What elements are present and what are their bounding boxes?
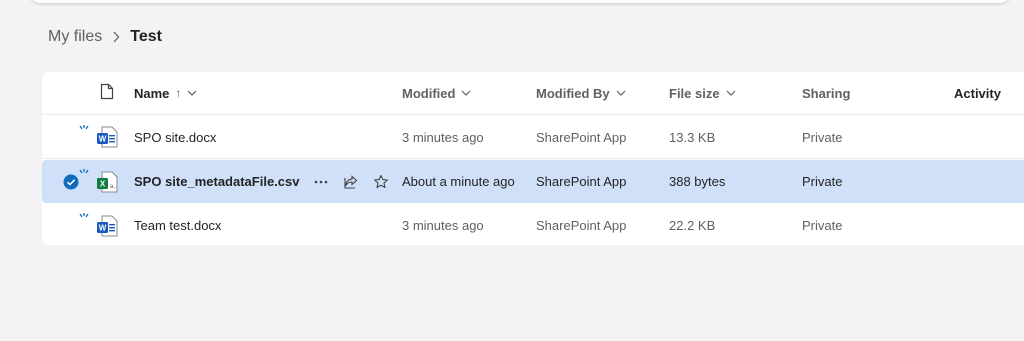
- new-file-sparkle-icon: [79, 213, 89, 218]
- file-name[interactable]: SPO site.docx: [134, 116, 216, 158]
- breadcrumb-current-folder: Test: [130, 28, 162, 45]
- file-list: Name ↑ Modified Modified By File size Sh…: [42, 72, 1024, 245]
- chevron-down-icon: [726, 90, 736, 96]
- sort-ascending-icon: ↑: [175, 86, 182, 100]
- column-header-name[interactable]: Name ↑: [134, 72, 197, 114]
- file-size: 22.2 KB: [669, 218, 716, 233]
- word-doc-icon: W: [94, 116, 120, 158]
- file-list-header: Name ↑ Modified Modified By File size Sh…: [42, 72, 1024, 115]
- share-icon[interactable]: [340, 171, 362, 193]
- more-options-icon[interactable]: [310, 171, 332, 193]
- file-size: 13.3 KB: [669, 129, 716, 145]
- word-doc-icon: W: [94, 204, 120, 247]
- column-header-modified-by-label: Modified By: [536, 85, 610, 101]
- svg-text:W: W: [99, 223, 107, 232]
- file-modified: 3 minutes ago: [402, 129, 484, 145]
- file-modified-by[interactable]: SharePoint App: [536, 204, 626, 247]
- file-modified-by[interactable]: SharePoint App: [536, 160, 626, 203]
- chevron-down-icon: [461, 90, 471, 96]
- chevron-down-icon: [187, 90, 197, 96]
- breadcrumb-my-files[interactable]: My files: [48, 28, 102, 46]
- svg-text:X: X: [100, 179, 106, 188]
- row-actions: [310, 160, 392, 203]
- document-icon: [100, 83, 114, 103]
- table-row-selected[interactable]: a, X SPO site_metadataFile.csv About a m…: [42, 160, 1024, 203]
- checkmark-circle-icon: [63, 174, 79, 189]
- file-size: 388 bytes: [669, 174, 726, 189]
- column-header-modified-label: Modified: [402, 85, 456, 101]
- column-header-sharing[interactable]: Sharing: [802, 72, 850, 114]
- file-name[interactable]: Team test.docx: [134, 204, 221, 247]
- column-header-activity[interactable]: Activity: [954, 72, 1001, 114]
- new-file-sparkle-icon: [79, 169, 89, 174]
- excel-csv-icon: a, X: [94, 160, 120, 203]
- chevron-right-icon: [102, 31, 130, 43]
- file-sharing: Private: [802, 129, 843, 145]
- file-name[interactable]: SPO site_metadataFile.csv: [134, 160, 299, 203]
- top-search-card: [30, 0, 1010, 3]
- column-header-file-size[interactable]: File size: [669, 72, 736, 114]
- column-header-modified-by[interactable]: Modified By: [536, 72, 626, 114]
- table-row[interactable]: W SPO site.docx 3 minutes ago SharePoint…: [42, 116, 1024, 159]
- table-row[interactable]: W Team test.docx 3 minutes ago SharePoin…: [42, 204, 1024, 247]
- new-file-sparkle-icon: [79, 125, 89, 130]
- column-header-modified[interactable]: Modified: [402, 72, 471, 114]
- star-icon[interactable]: [370, 171, 392, 193]
- file-modified: About a minute ago: [402, 174, 515, 189]
- chevron-down-icon: [616, 90, 626, 96]
- row-checkbox[interactable]: [60, 160, 82, 203]
- breadcrumb: My files Test: [48, 26, 162, 48]
- file-modified: 3 minutes ago: [402, 218, 484, 233]
- file-sharing: Private: [802, 174, 843, 189]
- file-type-column-header[interactable]: [94, 72, 120, 114]
- file-sharing: Private: [802, 218, 843, 233]
- column-header-name-label: Name: [134, 85, 170, 101]
- column-header-file-size-label: File size: [669, 85, 720, 101]
- file-modified-by[interactable]: SharePoint App: [536, 116, 626, 158]
- svg-text:a,: a,: [110, 183, 116, 190]
- svg-text:W: W: [99, 135, 107, 144]
